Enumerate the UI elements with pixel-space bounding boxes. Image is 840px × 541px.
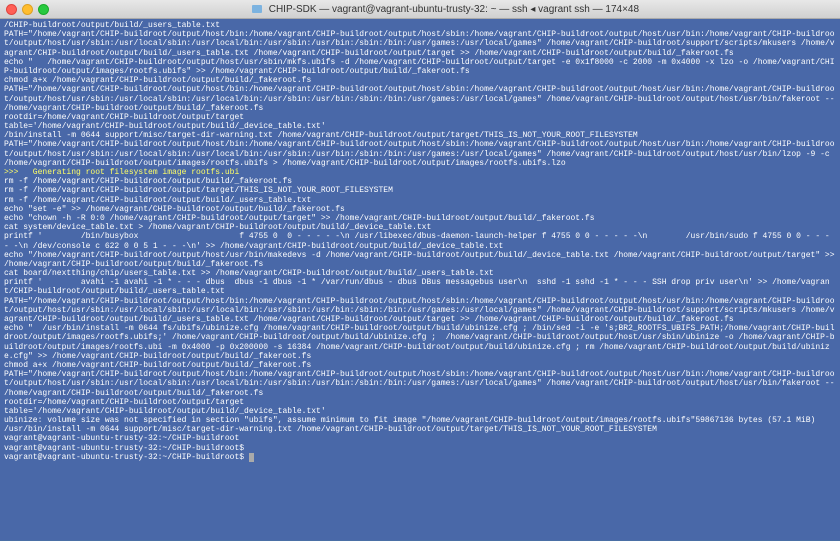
titlebar: CHIP-SDK — vagrant@vagrant-ubuntu-trusty…	[0, 0, 840, 19]
traffic-lights	[6, 4, 49, 15]
minimize-icon[interactable]	[22, 4, 33, 15]
close-icon[interactable]	[6, 4, 17, 15]
window-title: CHIP-SDK — vagrant@vagrant-ubuntu-trusty…	[57, 4, 834, 15]
zoom-icon[interactable]	[38, 4, 49, 15]
title-text: CHIP-SDK — vagrant@vagrant-ubuntu-trusty…	[269, 4, 639, 15]
terminal-content[interactable]: /CHIP-buildroot/output/build/_users_tabl…	[0, 19, 840, 541]
folder-icon	[252, 5, 262, 13]
cursor	[249, 453, 254, 462]
terminal-window: CHIP-SDK — vagrant@vagrant-ubuntu-trusty…	[0, 0, 840, 540]
